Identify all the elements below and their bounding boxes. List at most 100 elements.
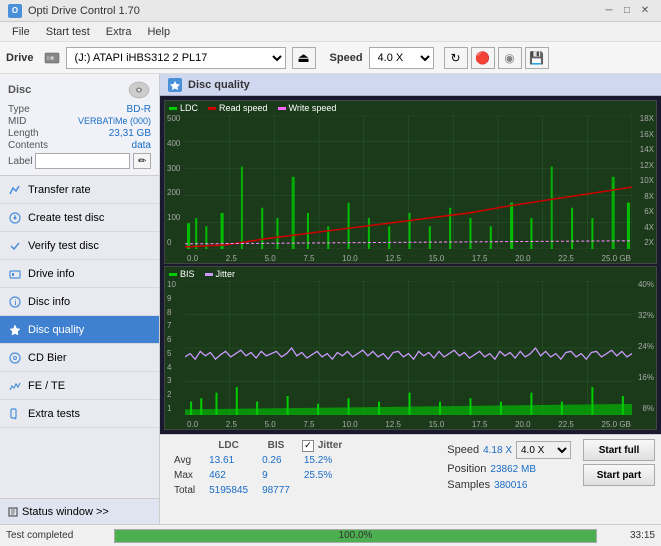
menu-help[interactable]: Help (139, 24, 178, 40)
y2-right-32: 32% (638, 312, 654, 320)
avg-label: Avg (168, 454, 201, 467)
extra-tests-label: Extra tests (28, 408, 80, 420)
total-bis: 98777 (256, 484, 296, 497)
contents-key: Contents (8, 140, 48, 151)
status-window-button[interactable]: Status window >> (0, 498, 159, 524)
close-button[interactable]: ✕ (637, 3, 653, 19)
jitter-legend-color (205, 273, 213, 276)
avg-bis: 0.26 (256, 454, 296, 467)
write-speed-legend-color (278, 107, 286, 110)
menubar: File Start test Extra Help (0, 22, 661, 42)
max-bis: 9 (256, 469, 296, 482)
legend-bis: BIS (169, 269, 195, 279)
y-left-0: 0 (167, 239, 180, 247)
y-right-4x: 4X (640, 224, 654, 232)
y-right-2x: 2X (640, 239, 654, 247)
speed-row: Speed 4.18 X 4.0 X (447, 441, 571, 459)
disc-info-icon: i (8, 295, 22, 309)
y-right-10x: 10X (640, 177, 654, 185)
window-controls: ─ □ ✕ (601, 3, 653, 19)
save-button[interactable]: 💾 (525, 47, 549, 69)
total-ldc: 5195845 (203, 484, 254, 497)
progress-text: 100.0% (115, 530, 596, 542)
disc-label-key: Label (8, 156, 32, 167)
disc-label-input[interactable] (35, 153, 130, 169)
progress-bar-container: 100.0% (114, 529, 597, 543)
svg-text:i: i (15, 300, 17, 307)
chart-header: Disc quality (160, 74, 661, 96)
start-part-button[interactable]: Start part (583, 464, 655, 486)
menu-start-test[interactable]: Start test (38, 24, 98, 40)
main-content: Disc Type BD-R MID VERBATiMe (000) Lengt… (0, 74, 661, 524)
sidebar-item-fe-te[interactable]: FE / TE (0, 372, 159, 400)
create-test-disc-icon (8, 211, 22, 225)
app-title: Opti Drive Control 1.70 (28, 5, 140, 17)
y2-left-3: 3 (167, 377, 176, 385)
chart-area: Disc quality LDC Read speed Wri (160, 74, 661, 524)
mid-key: MID (8, 116, 26, 127)
maximize-button[interactable]: □ (619, 3, 635, 19)
sidebar-item-cd-bier[interactable]: CD Bier (0, 344, 159, 372)
samples-label: Samples (447, 479, 490, 491)
y-right-14x: 14X (640, 146, 654, 154)
max-ldc: 462 (203, 469, 254, 482)
action-button-2[interactable]: ◉ (498, 47, 522, 69)
position-label: Position (447, 463, 486, 475)
position-val: 23862 MB (490, 464, 536, 475)
top-chart-x-axis: 0.0 2.5 5.0 7.5 10.0 12.5 15.0 17.5 20.0… (187, 254, 631, 263)
sidebar-item-disc-quality[interactable]: Disc quality (0, 316, 159, 344)
y2-left-5: 5 (167, 350, 176, 358)
y-right-18x: 18X (640, 115, 654, 123)
menu-extra[interactable]: Extra (98, 24, 140, 40)
top-chart: LDC Read speed Write speed 500 400 300 (164, 100, 657, 264)
action-buttons: Start full Start part (583, 437, 655, 486)
y2-right-24: 24% (638, 343, 654, 351)
sidebar-item-drive-info[interactable]: Drive info (0, 260, 159, 288)
drive-action-icons: ↻ 🔴 ◉ 💾 (444, 47, 549, 69)
extra-tests-icon (8, 407, 22, 421)
disc-label-edit-button[interactable]: ✏ (133, 153, 151, 169)
ldc-legend-color (169, 107, 177, 110)
drive-select[interactable]: (J:) ATAPI iHBS312 2 PL17 (66, 47, 286, 69)
menu-file[interactable]: File (4, 24, 38, 40)
charts-container: LDC Read speed Write speed 500 400 300 (160, 96, 661, 434)
position-row: Position 23862 MB (447, 463, 571, 475)
status-text: Test completed (6, 530, 106, 541)
transfer-rate-icon (8, 183, 22, 197)
y2-left-2: 2 (167, 391, 176, 399)
read-speed-legend-color (208, 107, 216, 110)
length-key: Length (8, 128, 39, 139)
length-val: 23,31 GB (109, 128, 151, 139)
status-window-icon (8, 507, 18, 517)
speed-select[interactable]: 4.0 X 1.0 X 2.0 X 6.0 X 8.0 X (369, 47, 434, 69)
jitter-checkbox[interactable]: ✓ (302, 440, 314, 452)
legend-jitter: Jitter (205, 269, 236, 279)
sidebar-item-verify-test-disc[interactable]: Verify test disc (0, 232, 159, 260)
y2-left-7: 7 (167, 322, 176, 330)
y2-right-40: 40% (638, 281, 654, 289)
action-button-1[interactable]: 🔴 (471, 47, 495, 69)
eject-button[interactable]: ⏏ (292, 47, 316, 69)
drivebar: Drive (J:) ATAPI iHBS312 2 PL17 ⏏ Speed … (0, 42, 661, 74)
y2-right-8: 8% (638, 405, 654, 413)
refresh-button[interactable]: ↻ (444, 47, 468, 69)
speed-stat-select[interactable]: 4.0 X (516, 441, 571, 459)
sidebar-item-transfer-rate[interactable]: Transfer rate (0, 176, 159, 204)
disc-quality-icon (8, 323, 22, 337)
y2-left-9: 9 (167, 295, 176, 303)
max-jitter: 25.5% (298, 469, 346, 482)
legend-ldc: LDC (169, 103, 198, 113)
sidebar-item-create-test-disc[interactable]: Create test disc (0, 204, 159, 232)
transfer-rate-label: Transfer rate (28, 184, 91, 196)
y2-left-4: 4 (167, 364, 176, 372)
verify-test-disc-label: Verify test disc (28, 240, 99, 252)
sidebar-item-disc-info[interactable]: i Disc info (0, 288, 159, 316)
y2-left-1: 1 (167, 405, 176, 413)
speed-label: Speed (330, 52, 363, 64)
sidebar-item-extra-tests[interactable]: Extra tests (0, 400, 159, 428)
start-full-button[interactable]: Start full (583, 439, 655, 461)
minimize-button[interactable]: ─ (601, 3, 617, 19)
col-header-bis: BIS (256, 439, 296, 452)
bottom-chart-y-right: 40% 32% 24% 16% 8% (638, 281, 654, 413)
col-header-empty (168, 439, 201, 452)
